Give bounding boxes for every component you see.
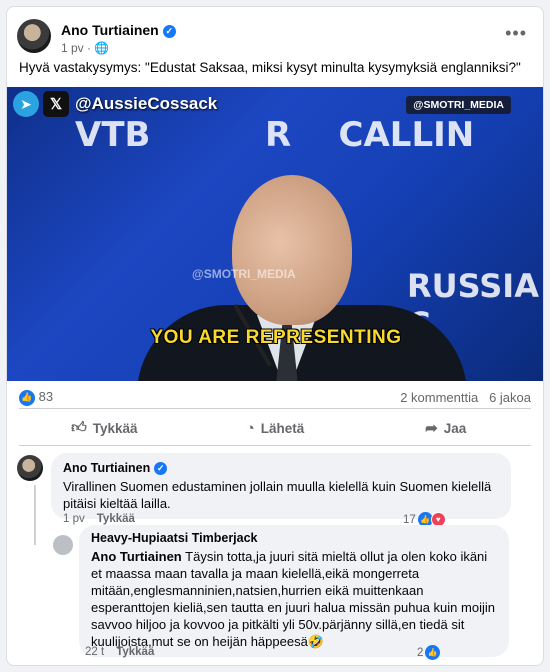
send-button[interactable]: ◔ Lähetä	[190, 411, 361, 445]
like-reaction-icon: 👍	[425, 645, 441, 660]
commenter-avatar[interactable]	[53, 535, 73, 555]
bg-text-calling: R CALLIN	[265, 115, 475, 155]
messenger-icon: ◔	[245, 419, 255, 437]
post-video[interactable]: VTB R CALLIN RUSSIA C ➤ 𝕏 @AussieCossack…	[7, 87, 543, 381]
comment-text: Täysin totta,ja juuri sitä mieltä ollut …	[91, 549, 495, 649]
comment-time[interactable]: 22 t	[85, 646, 104, 658]
commenter-avatar[interactable]	[17, 455, 43, 481]
thumbs-up-icon: 👍︎	[71, 419, 87, 436]
comment-like-button[interactable]: Tykkää	[97, 513, 135, 525]
bg-text-vtb: VTB	[75, 115, 151, 155]
comment-meta: 22 t Tykkää	[85, 646, 154, 658]
like-button[interactable]: 👍︎ Tykkää	[19, 411, 190, 445]
post-header: Ano Turtiainen ✓ 1 pv · 🌐 •••	[17, 19, 533, 57]
action-bar: 👍︎ Tykkää ◔ Lähetä ➦ Jaa	[19, 411, 531, 445]
comment-text: Virallinen Suomen edustaminen jollain mu…	[63, 479, 492, 511]
share-arrow-icon: ➦	[425, 420, 438, 437]
post-card: Ano Turtiainen ✓ 1 pv · 🌐 ••• Hyvä vastak…	[6, 6, 544, 666]
speaker-figure	[137, 175, 467, 381]
verified-badge-icon: ✓	[162, 24, 176, 38]
source-tag: ➤ 𝕏 @AussieCossack	[13, 91, 217, 117]
post-stats: 👍 83 2 kommenttia 6 jakoa	[19, 387, 531, 409]
comment-bubble: Heavy-Hupiaatsi Timberjack Ano Turtiaine…	[79, 525, 509, 657]
watermark-tag: @SMOTRI_MEDIA	[406, 96, 511, 114]
watermark-center: @SMOTRI_MEDIA	[192, 267, 296, 281]
video-caption: YOU ARE REPRESENTING	[150, 327, 402, 348]
commenter-name[interactable]: Heavy-Hupiaatsi Timberjack	[91, 530, 497, 547]
comment-bubble: Ano Turtiainen ✓ Virallinen Suomen edusta…	[51, 453, 511, 519]
comment-count[interactable]: 2 kommenttia	[400, 390, 478, 405]
comments-shares: 2 kommenttia 6 jakoa	[400, 390, 531, 405]
globe-icon: 🌐	[94, 41, 110, 55]
share-button[interactable]: ➦ Jaa	[360, 411, 531, 445]
telegram-icon: ➤	[13, 91, 39, 117]
like-count[interactable]: 👍 83	[19, 389, 53, 406]
divider	[19, 408, 531, 409]
share-count[interactable]: 6 jakoa	[489, 390, 531, 405]
author-name[interactable]: Ano Turtiainen ✓	[61, 22, 176, 38]
post-time[interactable]: 1 pv	[61, 41, 84, 55]
thread-line	[34, 485, 36, 545]
author-avatar[interactable]	[17, 19, 51, 53]
comment-time[interactable]: 1 pv	[63, 513, 85, 525]
speaker-head	[232, 175, 352, 325]
verified-badge-icon: ✓	[154, 462, 168, 476]
more-options-button[interactable]: •••	[505, 23, 527, 44]
divider	[19, 445, 531, 446]
commenter-name[interactable]: Ano Turtiainen ✓	[63, 460, 499, 477]
mention-link[interactable]: Ano Turtiainen	[91, 549, 182, 564]
source-handle: @AussieCossack	[75, 94, 218, 113]
like-reaction-icon: 👍	[19, 389, 35, 406]
post-text: Hyvä vastakysymys: "Edustat Saksaa, miks…	[19, 60, 521, 75]
comment-like-button[interactable]: Tykkää	[116, 646, 154, 658]
x-icon: 𝕏	[43, 91, 69, 117]
comment-meta: 1 pv Tykkää	[63, 513, 135, 525]
comment-reactions[interactable]: 2 👍	[417, 645, 441, 660]
post-meta: 1 pv · 🌐	[61, 41, 110, 55]
